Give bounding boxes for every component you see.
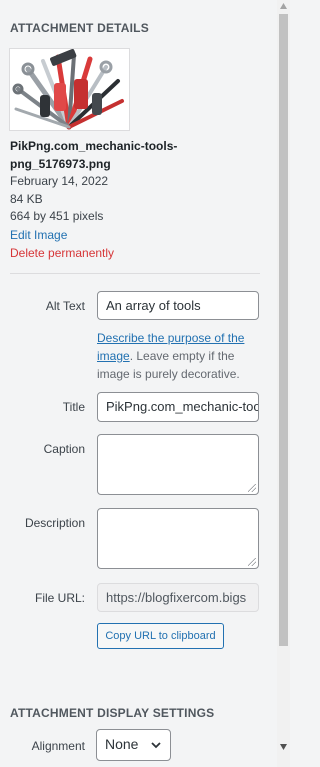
resize-grip-icon[interactable] xyxy=(248,484,256,492)
resize-grip-icon[interactable] xyxy=(248,558,256,566)
upload-date: February 14, 2022 xyxy=(10,174,109,188)
attachment-details-panel: ATTACHMENT DETAILS PikPng.com_mechanic-t… xyxy=(0,0,277,767)
alt-text-input[interactable]: An array of tools xyxy=(97,291,259,320)
alignment-select[interactable]: None xyxy=(96,729,171,761)
file-size: 84 KB xyxy=(10,192,43,206)
edit-image-link[interactable]: Edit Image xyxy=(10,227,67,245)
scrollbar[interactable] xyxy=(277,0,290,767)
file-url-input[interactable]: https://blogfixercom.bigs xyxy=(97,583,259,612)
title-input[interactable]: PikPng.com_mechanic-tools-png_5176973 xyxy=(97,392,259,422)
file-url-label: File URL: xyxy=(34,591,85,605)
filename-line-2: png_5176973.png xyxy=(10,156,111,171)
section-heading-attachment-details: ATTACHMENT DETAILS xyxy=(10,21,149,35)
alignment-value: None xyxy=(105,736,139,752)
attachment-filename: PikPng.com_mechanic-tools- png_5176973.p… xyxy=(10,138,177,173)
divider xyxy=(10,273,260,274)
alignment-label: Alignment xyxy=(31,739,85,753)
delete-permanently-link[interactable]: Delete permanently xyxy=(10,245,114,263)
alt-text-label: Alt Text xyxy=(45,299,85,313)
description-textarea[interactable] xyxy=(97,508,259,569)
chevron-down-icon xyxy=(151,742,161,749)
image-dimensions: 664 by 451 pixels xyxy=(10,209,104,223)
scroll-up-arrow-icon[interactable] xyxy=(280,3,287,9)
alt-text-help: Describe the purpose of the image. Leave … xyxy=(97,329,257,383)
title-label: Title xyxy=(62,400,85,414)
tools-image xyxy=(10,49,129,130)
caption-textarea[interactable] xyxy=(97,434,259,495)
scrollbar-thumb[interactable] xyxy=(279,14,288,646)
section-heading-display-settings: ATTACHMENT DISPLAY SETTINGS xyxy=(10,706,215,720)
attachment-thumbnail[interactable] xyxy=(10,49,129,130)
caption-label: Caption xyxy=(43,442,85,456)
filename-line-1: PikPng.com_mechanic-tools- xyxy=(10,139,178,153)
description-label: Description xyxy=(24,516,85,530)
scroll-down-arrow-icon[interactable] xyxy=(280,744,287,750)
copy-url-button[interactable]: Copy URL to clipboard xyxy=(97,623,224,649)
